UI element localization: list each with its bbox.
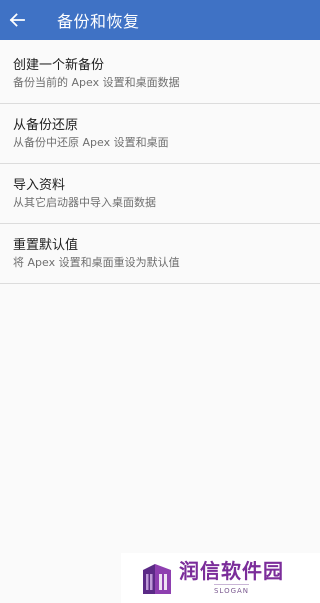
list-item-title: 创建一个新备份 [13,58,105,73]
building-logo-icon [143,564,171,594]
list-item-create-backup[interactable]: 创建一个新备份 备份当前的 Apex 设置和桌面数据 [0,44,320,104]
list-item-subtitle: 从其它启动器中导入桌面数据 [13,196,156,209]
list-item-restore-backup[interactable]: 从备份还原 从备份中还原 Apex 设置和桌面 [0,104,320,164]
watermark: 润信软件园 SLOGAN [121,553,320,603]
app-bar: 备份和恢复 [0,0,320,40]
list-item-reset-defaults[interactable]: 重置默认值 将 Apex 设置和桌面重设为默认值 [0,224,320,284]
list-item-subtitle: 从备份中还原 Apex 设置和桌面 [13,136,169,149]
list-item-subtitle: 备份当前的 Apex 设置和桌面数据 [13,76,180,89]
list-item-import-data[interactable]: 导入资料 从其它启动器中导入桌面数据 [0,164,320,224]
watermark-name: 润信软件园 [179,559,284,583]
watermark-text: 润信软件园 SLOGAN [179,560,284,596]
list-item-title: 从备份还原 [13,118,79,133]
list-item-title: 导入资料 [13,178,66,193]
watermark-slogan: SLOGAN [213,584,250,596]
list-item-title: 重置默认值 [13,238,79,253]
arrow-left-icon [9,13,25,27]
back-button[interactable] [9,0,41,40]
page-title: 备份和恢复 [57,12,140,31]
list-item-subtitle: 将 Apex 设置和桌面重设为默认值 [13,256,180,269]
settings-list: 创建一个新备份 备份当前的 Apex 设置和桌面数据 从备份还原 从备份中还原 … [0,44,320,284]
